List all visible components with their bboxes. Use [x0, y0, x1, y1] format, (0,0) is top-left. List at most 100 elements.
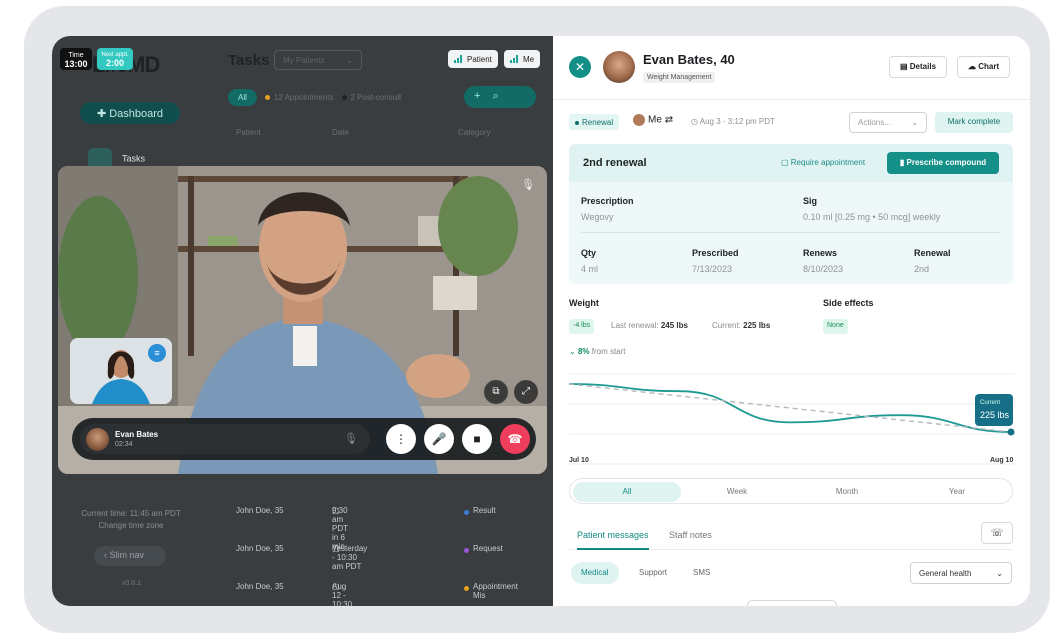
- slim-nav-button[interactable]: ‹ Slim nav: [94, 546, 166, 566]
- next-appointment-box: Next appt. 2:00: [97, 48, 133, 70]
- require-appointment-label: Require appointment: [790, 158, 866, 167]
- column-header[interactable]: Patient: [236, 128, 261, 137]
- category-label: Appointment Mis: [473, 582, 518, 600]
- filter-appointments-label: 12 Appointments: [273, 92, 334, 102]
- patient-tag-button[interactable]: Patient: [448, 50, 498, 68]
- range-tabs: All Week Month Year: [569, 478, 1013, 504]
- annotation-value: 225 lbs: [980, 410, 1010, 420]
- sig-label: Sig: [803, 196, 818, 206]
- filter-all[interactable]: All: [228, 88, 257, 106]
- topic-select[interactable]: ⌄ General health: [910, 562, 1012, 584]
- bars-icon: [510, 55, 519, 63]
- row-date-text: Yesterday - 10:30 am PDT: [332, 544, 368, 571]
- category-badge: Appointment Mis: [460, 582, 518, 600]
- slim-nav-label: Slim nav: [109, 550, 145, 560]
- filter-post-consult-label: 2 Post-consult: [350, 92, 402, 102]
- prescribe-label: Prescribe compound: [906, 158, 987, 167]
- divider: [581, 232, 1001, 233]
- renewal-card: 2nd renewal ▢ Require appointment ▮ Pres…: [569, 144, 1013, 284]
- app-version: v0.0.1: [122, 580, 142, 587]
- task-datetime-text: Aug 3 - 3:12 pm PDT: [699, 117, 775, 126]
- mute-button[interactable]: 🎤: [424, 424, 454, 454]
- tab-support[interactable]: Support: [629, 562, 677, 584]
- mark-complete-button[interactable]: Mark complete: [935, 112, 1013, 133]
- details-button[interactable]: ▤ Details: [889, 56, 948, 78]
- add-search-button[interactable]: + ⌕: [464, 86, 536, 108]
- patient-filter-select[interactable]: ⌄ My Patients: [274, 50, 362, 70]
- assignee[interactable]: Me ⇄: [633, 114, 673, 126]
- camera-button[interactable]: ■: [462, 424, 492, 454]
- column-header[interactable]: Date: [332, 128, 349, 137]
- current-time-text: Current time: 11:45 am PDT: [81, 509, 181, 518]
- chevron-down-icon: ⌄: [346, 56, 353, 65]
- hang-up-icon: ☎: [507, 432, 523, 446]
- column-header[interactable]: Category: [458, 128, 490, 137]
- phone-icon: ☏: [990, 528, 1004, 539]
- weight-chart: Current 225 lbs: [569, 373, 1015, 465]
- me-tag-button[interactable]: Me: [504, 50, 541, 68]
- tab-month[interactable]: Month: [793, 482, 901, 502]
- task-type-badge: Renewal: [569, 114, 620, 130]
- current-time-info: Current time: 11:45 am PDT Change time z…: [76, 508, 186, 532]
- tab-medical[interactable]: Medical: [571, 562, 619, 584]
- call-button[interactable]: ☏: [981, 522, 1013, 544]
- video-call-window: 🎙 ≡ ⧉ ⤢ Evan Bates 02:34 🎙 ⋮ 🎤 ■ ☎: [58, 166, 547, 474]
- tab-patient-messages[interactable]: Patient messages: [577, 530, 649, 550]
- tasks-app-background: LifeMD Time 13:00 Next appt. 2:00 Tasks …: [52, 36, 553, 606]
- search-icon: ⌕: [492, 90, 499, 102]
- calendar-icon: ▢: [781, 158, 791, 167]
- sig-value: 0.10 ml [0.25 mg • 50 mcg] weekly: [803, 212, 941, 222]
- call-duration: 02:34: [115, 441, 133, 448]
- microphone-icon: 🎤: [431, 432, 447, 446]
- task-datetime: ◷ Aug 3 - 3:12 pm PDT: [691, 117, 775, 126]
- weight-delta-badge: -4 lbs: [569, 319, 595, 334]
- picture-in-picture-button[interactable]: ⧉: [484, 380, 508, 404]
- filter-appointments[interactable]: 12 Appointments: [264, 92, 334, 102]
- tab-sms[interactable]: SMS: [683, 562, 720, 584]
- dashboard-button[interactable]: ✚ Dashboard: [80, 102, 180, 124]
- tasks-title: Tasks: [228, 52, 270, 69]
- document-icon: ▤: [900, 62, 910, 71]
- from-start-label: from start: [591, 347, 626, 356]
- tab-all[interactable]: All: [573, 482, 681, 502]
- side-effects-title: Side effects: [823, 298, 874, 308]
- current-point: [1007, 428, 1015, 436]
- status-dot: [264, 94, 270, 100]
- cloud-icon: ☁: [968, 62, 979, 71]
- x-tick-label: Aug 10: [990, 457, 1014, 464]
- last-renewal-label: Last renewal:: [611, 321, 659, 330]
- clock-icon: ◷: [691, 117, 700, 126]
- topic-select-label: General health: [919, 569, 972, 578]
- bars-icon: [454, 55, 463, 63]
- tab-week[interactable]: Week: [683, 482, 791, 502]
- task-type-label: Renewal: [582, 118, 614, 127]
- details-label: Details: [909, 62, 937, 71]
- tab-year[interactable]: Year: [903, 482, 1011, 502]
- actions-select[interactable]: ⌄ Actions...: [849, 112, 927, 133]
- category-label: Request: [473, 544, 503, 553]
- status-dot: [464, 510, 469, 515]
- more-options-button[interactable]: ⋮: [386, 424, 416, 454]
- category-badge: Request: [460, 544, 503, 557]
- prescribe-compound-button[interactable]: ▮ Prescribe compound: [887, 152, 999, 174]
- end-call-button[interactable]: ☎: [500, 424, 530, 454]
- app-screen: LifeMD Time 13:00 Next appt. 2:00 Tasks …: [52, 36, 1030, 606]
- qty-value: 4 ml: [581, 264, 599, 274]
- chevron-down-icon: ⌄: [911, 118, 918, 127]
- program-badge: Weight Management: [643, 72, 716, 83]
- self-view-thumbnail[interactable]: ≡: [70, 338, 172, 404]
- next-appt-value: 2:00: [105, 58, 124, 68]
- dashboard-label: Dashboard: [109, 108, 164, 120]
- qty-label: Qty: [581, 248, 597, 258]
- fullscreen-button[interactable]: ⤢: [514, 380, 538, 404]
- caller-name: Evan Bates: [115, 430, 159, 439]
- tab-staff-notes[interactable]: Staff notes: [669, 530, 712, 540]
- current-weight: Current: 225 lbs: [712, 321, 770, 330]
- change-timezone-link[interactable]: Change time zone: [76, 520, 186, 532]
- close-button[interactable]: ✕: [569, 56, 591, 78]
- filter-post-consult[interactable]: 2 Post-consult: [341, 92, 402, 102]
- scroll-handle[interactable]: [747, 600, 837, 606]
- require-appointment-button[interactable]: ▢ Require appointment: [781, 158, 865, 167]
- pip-icon: ⧉: [492, 386, 500, 397]
- chart-button[interactable]: ☁ Chart: [957, 56, 1011, 78]
